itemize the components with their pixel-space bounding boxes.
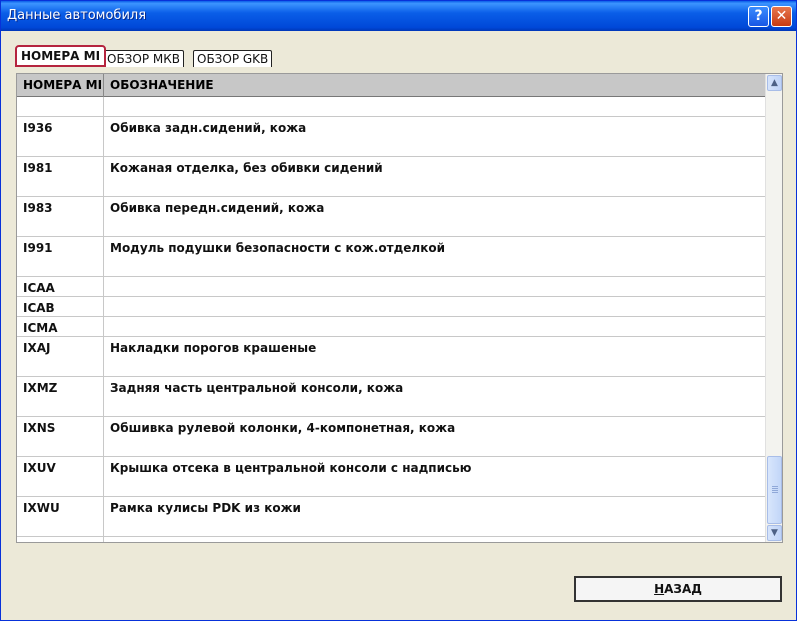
grid-header: НОМЕРА MI ОБОЗНАЧЕНИЕ (17, 74, 765, 97)
description-cell (104, 97, 765, 116)
description-cell: Накладки порогов крашеные (110, 341, 317, 355)
description-cell: Модуль подушки безопасности с кож.отделк… (110, 241, 445, 255)
tab-mi-numbers[interactable]: НОМЕРА MI (15, 45, 107, 67)
description-cell: Обивка передн.сидений, кожа (110, 201, 325, 215)
back-button-label: АЗАД (664, 582, 702, 596)
description-cell (104, 277, 765, 296)
description-cell (104, 537, 765, 542)
description-cell: Обшивка рулевой колонки, 4-компонетная, … (110, 421, 456, 435)
scroll-thumb[interactable] (767, 456, 782, 524)
tab-mkv-overview[interactable]: ОБЗОР МКВ (103, 50, 184, 67)
back-button[interactable]: НАЗАД (574, 576, 782, 602)
mi-number-cell: IXNS (17, 417, 104, 456)
table-row[interactable]: I983 Обивка передн.сидений, кожа (17, 197, 765, 237)
vehicle-data-window: Данные автомобиля ? ✕ НОМЕРА MI ОБЗОР МК… (0, 0, 797, 621)
data-grid: НОМЕРА MI ОБОЗНАЧЕНИЕ I936 Обивка задн.си… (17, 74, 765, 542)
table-row[interactable]: I936 Обивка задн.сидений, кожа (17, 117, 765, 157)
tab-gkb-overview[interactable]: ОБЗОР GKB (193, 50, 273, 67)
table-row[interactable]: I981 Кожаная отделка, без обивки сидений (17, 157, 765, 197)
grid-rows: I936 Обивка задн.сидений, кожа I981 Кожаная… (17, 97, 765, 542)
mi-number-cell: I983 (17, 197, 104, 236)
mi-number-cell: IXMZ (17, 377, 104, 416)
table-row[interactable]: ICAB (17, 297, 765, 317)
description-cell: Задняя часть центральной консоли, кожа (110, 381, 404, 395)
grip-icon (772, 486, 778, 494)
mi-number-cell: IXWU (17, 497, 104, 536)
description-cell (104, 297, 765, 316)
table-row[interactable]: ICMA (17, 317, 765, 337)
data-grid-frame: НОМЕРА MI ОБОЗНАЧЕНИЕ I936 Обивка задн.си… (16, 73, 783, 543)
window-title: Данные автомобиля (7, 8, 147, 23)
scroll-up-icon[interactable]: ▲ (767, 75, 782, 91)
table-row[interactable] (17, 537, 765, 542)
table-row[interactable]: ICAA (17, 277, 765, 297)
mi-number-cell: ICMA (17, 317, 104, 336)
table-row[interactable]: I991 Модуль подушки безопасности с кож.от… (17, 237, 765, 277)
help-button[interactable]: ? (748, 6, 769, 27)
title-bar[interactable]: Данные автомобиля ? ✕ (1, 1, 796, 31)
column-header-mi-number[interactable]: НОМЕРА MI (17, 74, 104, 97)
table-row[interactable]: IXMZ Задняя часть центральной консоли, ко… (17, 377, 765, 417)
mi-number-cell: ICAB (17, 297, 104, 316)
table-row[interactable] (17, 97, 765, 117)
description-cell: Рамка кулисы PDK из кожи (110, 501, 301, 515)
table-row[interactable]: IXNS Обшивка рулевой колонки, 4-компонетн… (17, 417, 765, 457)
description-cell: Обивка задн.сидений, кожа (110, 121, 307, 135)
table-row[interactable]: IXUV Крышка отсека в центральной консоли … (17, 457, 765, 497)
description-cell: Кожаная отделка, без обивки сидений (110, 161, 383, 175)
mi-number-cell: IXAJ (17, 337, 104, 376)
mi-number-cell (17, 537, 104, 542)
column-header-description[interactable]: ОБОЗНАЧЕНИЕ (104, 74, 765, 97)
mi-number-cell: ICAA (17, 277, 104, 296)
description-cell (104, 317, 765, 336)
close-button[interactable]: ✕ (771, 6, 792, 27)
mi-number-cell: IXUV (17, 457, 104, 496)
description-cell: Крышка отсека в центральной консоли с на… (110, 461, 472, 475)
vertical-scrollbar[interactable]: ▲ ▼ (765, 74, 782, 542)
scroll-down-icon[interactable]: ▼ (767, 525, 782, 541)
table-row[interactable]: IXWU Рамка кулисы PDK из кожи (17, 497, 765, 537)
mi-number-cell (17, 97, 104, 116)
mi-number-cell: I981 (17, 157, 104, 196)
mi-number-cell: I936 (17, 117, 104, 156)
back-button-accel: Н (654, 582, 665, 596)
mi-number-cell: I991 (17, 237, 104, 276)
table-row[interactable]: IXAJ Накладки порогов крашеные (17, 337, 765, 377)
